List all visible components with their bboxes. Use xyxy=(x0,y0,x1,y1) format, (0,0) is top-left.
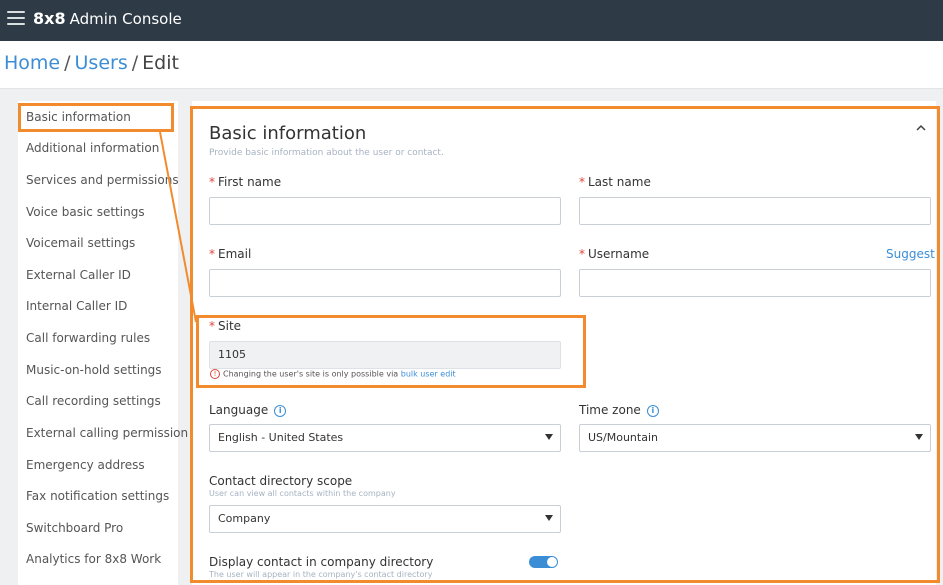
sidebar-item-switchboard-pro[interactable]: Switchboard Pro xyxy=(26,521,123,535)
required-mark: * xyxy=(209,175,215,189)
section-subtitle: Provide basic information about the user… xyxy=(209,148,444,158)
section-title: Basic information xyxy=(209,123,367,144)
required-mark: * xyxy=(209,319,215,333)
site-warning: ! Changing the user's site is only possib… xyxy=(210,369,456,379)
language-label: Language i xyxy=(209,403,287,417)
caret-down-icon xyxy=(545,434,553,440)
time-zone-label: Time zone i xyxy=(579,403,659,417)
first-name-field[interactable] xyxy=(209,197,561,225)
warning-icon: ! xyxy=(210,369,220,379)
brand-logo: 8x8 xyxy=(33,9,66,28)
time-zone-label-text: Time zone xyxy=(579,403,641,417)
contact-scope-value: Company xyxy=(218,512,271,525)
sidebar-item-voice-basic-settings[interactable]: Voice basic settings xyxy=(26,205,145,219)
display-contact-label: Display contact in company directory xyxy=(209,555,434,569)
chevron-up-icon[interactable] xyxy=(914,121,928,135)
sidebar-item-music-on-hold[interactable]: Music-on-hold settings xyxy=(26,363,162,377)
breadcrumb-separator: / xyxy=(64,52,71,74)
username-field[interactable] xyxy=(579,269,931,297)
breadcrumb-users[interactable]: Users xyxy=(75,52,128,74)
breadcrumb-separator: / xyxy=(131,52,139,74)
top-bar: 8x8 Admin Console xyxy=(0,0,943,41)
display-contact-toggle[interactable] xyxy=(529,556,558,568)
sidebar-item-additional-information[interactable]: Additional information xyxy=(26,141,159,155)
sidebar-item-services-permissions[interactable]: Services and permissions xyxy=(26,173,179,187)
email-label: * Email xyxy=(209,247,251,261)
info-icon[interactable]: i xyxy=(646,404,659,417)
caret-down-icon xyxy=(915,434,923,440)
language-select[interactable]: English - United States xyxy=(209,424,561,452)
app-title: 8x8 Admin Console xyxy=(33,9,182,28)
sidebar-item-emergency-address[interactable]: Emergency address xyxy=(26,458,145,472)
required-mark: * xyxy=(579,247,585,261)
display-contact-hint: The user will appear in the company's co… xyxy=(209,570,433,579)
contact-scope-select[interactable]: Company xyxy=(209,505,561,533)
breadcrumb-home[interactable]: Home xyxy=(4,52,60,74)
last-name-label-text: Last name xyxy=(588,175,651,189)
sidebar-item-call-recording[interactable]: Call recording settings xyxy=(26,394,161,408)
last-name-field[interactable] xyxy=(579,197,931,225)
language-value: English - United States xyxy=(218,431,344,444)
menu-icon[interactable] xyxy=(7,11,25,27)
sidebar-item-call-forwarding-rules[interactable]: Call forwarding rules xyxy=(26,331,150,345)
sidebar-item-internal-caller-id[interactable]: Internal Caller ID xyxy=(26,299,127,313)
breadcrumb-current: Edit xyxy=(142,52,179,74)
sidebar-item-voicemail-settings[interactable]: Voicemail settings xyxy=(26,236,135,250)
username-label-text: Username xyxy=(588,247,650,261)
header-divider xyxy=(0,88,943,89)
time-zone-select[interactable]: US/Mountain xyxy=(579,424,931,452)
brand-text: Admin Console xyxy=(69,10,182,28)
site-warning-text: Changing the user's site is only possibl… xyxy=(223,369,399,379)
sidebar-item-basic-information[interactable]: Basic information xyxy=(26,110,131,124)
caret-down-icon xyxy=(545,515,553,521)
username-label: * Username xyxy=(579,247,649,261)
required-mark: * xyxy=(209,247,215,261)
language-label-text: Language xyxy=(209,403,269,417)
sidebar-item-external-caller-id[interactable]: External Caller ID xyxy=(26,268,131,282)
sidebar-item-analytics[interactable]: Analytics for 8x8 Work xyxy=(26,552,161,566)
time-zone-value: US/Mountain xyxy=(588,431,658,444)
suggest-username-link[interactable]: Suggest xyxy=(886,247,935,261)
contact-scope-label: Contact directory scope xyxy=(209,474,353,488)
last-name-label: * Last name xyxy=(579,175,651,189)
first-name-label: * First name xyxy=(209,175,281,189)
required-mark: * xyxy=(579,175,585,189)
info-icon[interactable]: i xyxy=(274,404,287,417)
bulk-user-edit-link[interactable]: bulk user edit xyxy=(401,370,456,379)
toggle-knob xyxy=(547,557,557,567)
site-label: * Site xyxy=(209,319,241,333)
sidebar: Basic information Additional information… xyxy=(18,101,188,585)
site-label-text: Site xyxy=(218,319,242,333)
sidebar-item-external-calling-permission[interactable]: External calling permission xyxy=(26,426,188,440)
email-field[interactable] xyxy=(209,269,561,297)
breadcrumb: Home / Users / Edit xyxy=(4,52,179,74)
contact-scope-hint: User can view all contacts within the co… xyxy=(209,489,396,498)
site-field: 1105 xyxy=(209,341,561,369)
first-name-label-text: First name xyxy=(218,175,282,189)
sidebar-item-fax-notification[interactable]: Fax notification settings xyxy=(26,489,169,503)
email-label-text: Email xyxy=(218,247,252,261)
